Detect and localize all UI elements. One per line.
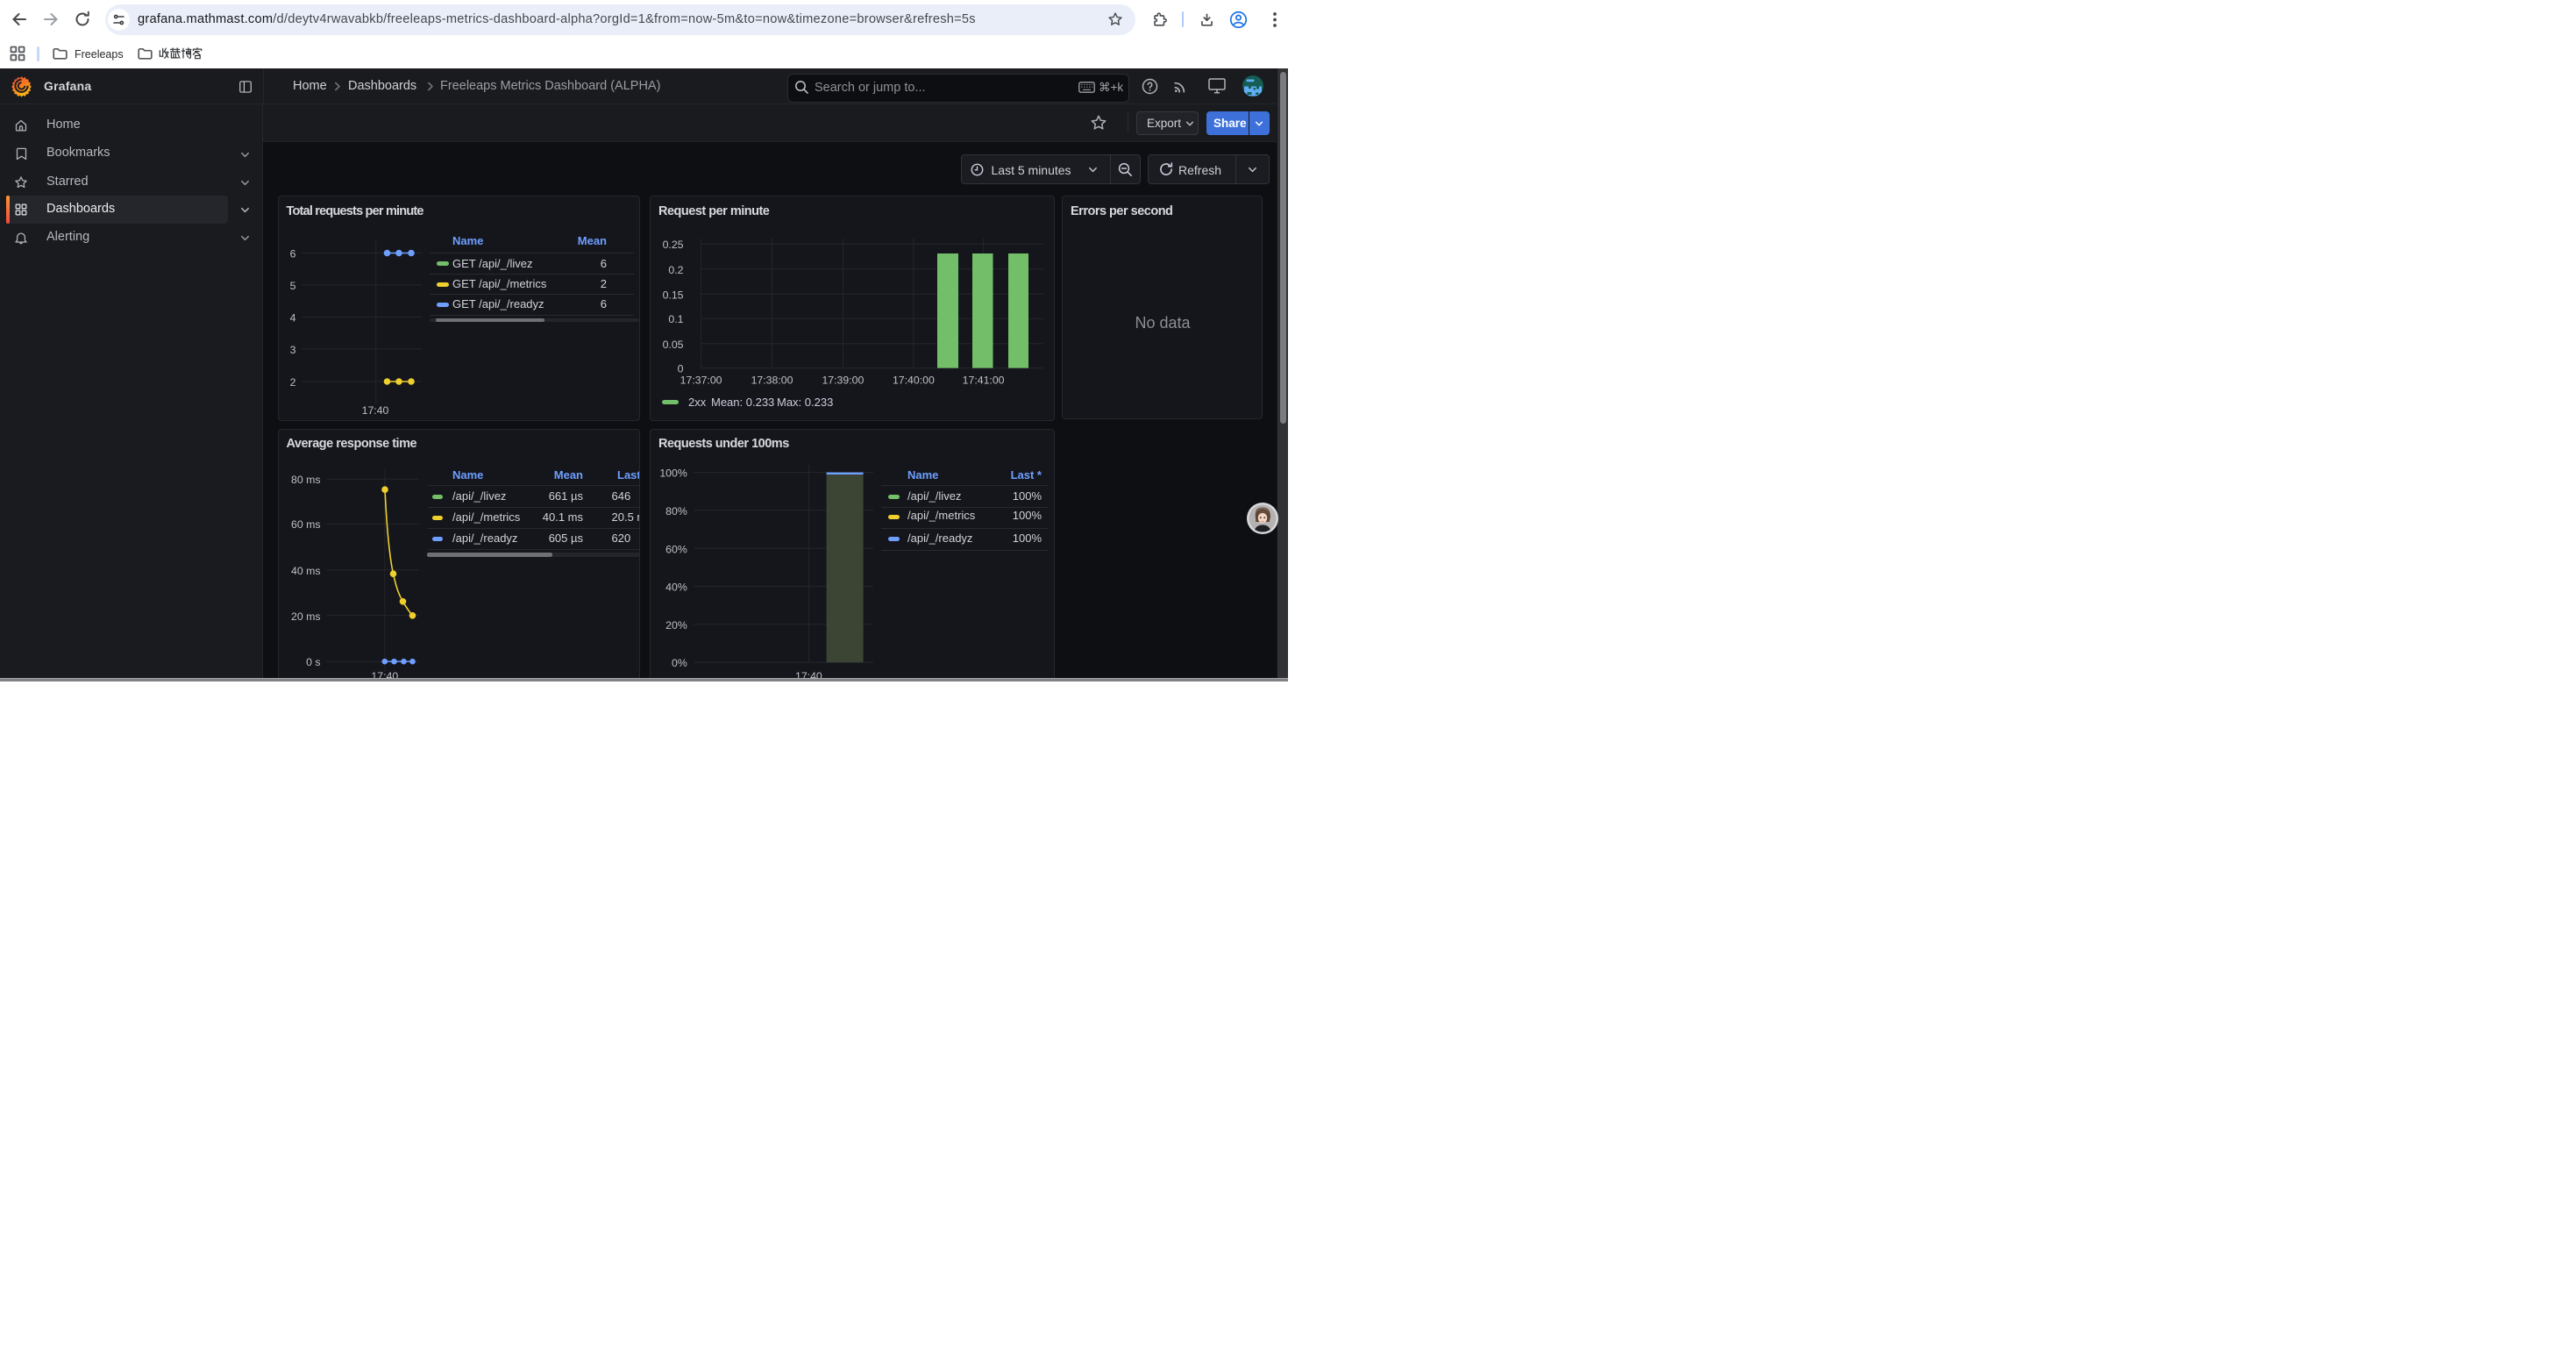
svg-text:80 ms: 80 ms	[291, 474, 321, 486]
svg-text:17:40:00: 17:40:00	[893, 375, 935, 387]
svg-text:17:41:00: 17:41:00	[963, 375, 1005, 387]
svg-text:6: 6	[289, 248, 295, 260]
svg-text:17:40: 17:40	[361, 404, 388, 417]
svg-text:2: 2	[289, 376, 295, 389]
svg-text:40 ms: 40 ms	[291, 565, 321, 577]
svg-text:17:37:00: 17:37:00	[680, 375, 722, 387]
svg-text:60%: 60%	[665, 544, 687, 556]
svg-text:0.25: 0.25	[663, 239, 684, 251]
svg-text:4: 4	[289, 312, 295, 325]
svg-text:20 ms: 20 ms	[291, 610, 321, 623]
svg-text:60 ms: 60 ms	[291, 518, 321, 531]
svg-text:0%: 0%	[672, 657, 687, 669]
svg-text:17:38:00: 17:38:00	[751, 375, 793, 387]
svg-text:3: 3	[289, 344, 295, 356]
svg-text:0 s: 0 s	[306, 656, 320, 668]
svg-text:5: 5	[289, 280, 295, 292]
svg-text:40%: 40%	[665, 582, 687, 594]
svg-text:0.05: 0.05	[663, 339, 684, 351]
svg-text:0.1: 0.1	[668, 313, 683, 325]
svg-text:100%: 100%	[659, 467, 687, 480]
svg-text:0.15: 0.15	[663, 289, 684, 301]
svg-text:0: 0	[678, 363, 684, 375]
svg-text:0.2: 0.2	[668, 264, 683, 276]
svg-text:17:39:00: 17:39:00	[822, 375, 864, 387]
svg-text:20%: 20%	[665, 619, 687, 632]
svg-text:80%: 80%	[665, 505, 687, 517]
